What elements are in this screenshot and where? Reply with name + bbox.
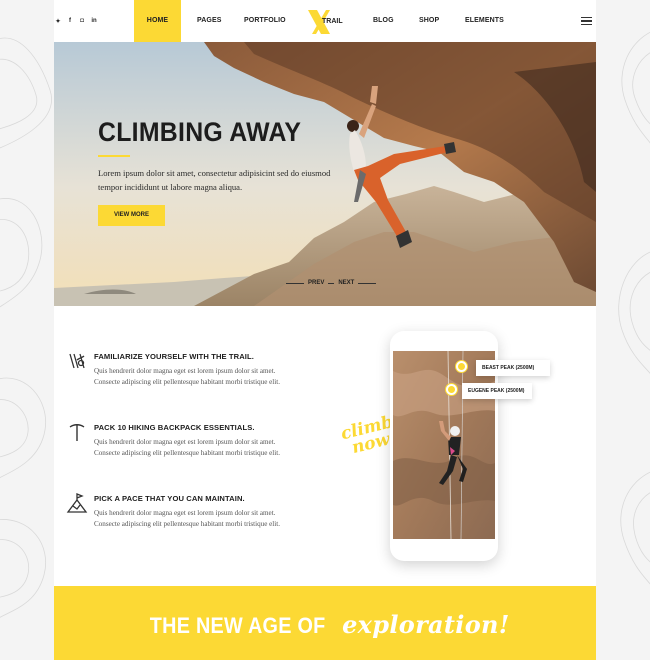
pager-line xyxy=(358,282,377,284)
nav-item-blog[interactable]: BLOG xyxy=(373,0,394,42)
feature-text: Quis hendrerit dolor magna eget est lore… xyxy=(94,438,280,457)
mountain-flag-icon xyxy=(66,493,88,513)
hero-description: Lorem ipsum dolor sit amet, consectetur … xyxy=(98,168,331,192)
peak-callout: EUGENE PEAK (2500M) xyxy=(462,383,532,399)
banner-script-text: exploration! xyxy=(342,610,510,639)
topographic-pattern xyxy=(0,37,52,618)
prev-button[interactable]: PREV xyxy=(308,280,324,286)
pager-divider xyxy=(328,282,335,284)
linkedin-icon[interactable]: in xyxy=(90,18,98,24)
banner-plain-text: THE NEW AGE OF xyxy=(150,613,326,638)
title-underline xyxy=(98,155,130,157)
peak-callout: BEAST PEAK (2500M) xyxy=(476,360,550,376)
site-logo[interactable]: TRAIL xyxy=(306,8,346,36)
location-pin-icon[interactable] xyxy=(456,361,467,372)
view-more-button[interactable]: VIEW MORE xyxy=(98,205,165,226)
phone-screen xyxy=(393,351,495,539)
nav-item-elements[interactable]: ELEMENTS xyxy=(465,0,504,42)
ice-axe-icon xyxy=(69,424,85,441)
logo-text: TRAIL xyxy=(322,18,343,25)
instagram-icon[interactable]: ◘ xyxy=(78,18,86,24)
hero-title: CLIMBING AWAY xyxy=(98,117,302,147)
nav-item-home[interactable]: HOME xyxy=(134,0,181,42)
feature-text: Quis hendrerit dolor magna eget est lore… xyxy=(94,367,280,386)
nav-item-pages[interactable]: PAGES xyxy=(197,0,222,42)
pager-line xyxy=(286,282,304,284)
climbing-gear-icon xyxy=(69,353,85,369)
facebook-icon[interactable]: f xyxy=(66,18,74,24)
site-header: ✦ f ◘ in HOME PAGES PORTFOLIO TRAIL BLOG… xyxy=(54,0,596,42)
phone-climber-image xyxy=(393,351,495,539)
nav-item-portfolio[interactable]: PORTFOLIO xyxy=(244,0,286,42)
banner-heading: THE NEW AGE OF exploration! xyxy=(54,610,596,639)
feature-title: PICK A PACE THAT YOU CAN MAINTAIN. xyxy=(94,494,245,503)
hero-slider: CLIMBING AWAY Lorem ipsum dolor sit amet… xyxy=(54,42,596,306)
feature-title: FAMILIARIZE YOURSELF WITH THE TRAIL. xyxy=(94,352,254,361)
nav-item-shop[interactable]: SHOP xyxy=(419,0,439,42)
next-button[interactable]: NEXT xyxy=(338,280,354,286)
menu-icon[interactable] xyxy=(581,17,592,27)
twitter-icon[interactable]: ✦ xyxy=(54,18,62,25)
feature-title: PACK 10 HIKING BACKPACK ESSENTIALS. xyxy=(94,423,255,432)
exploration-banner: THE NEW AGE OF exploration! xyxy=(54,586,596,660)
feature-text: Quis hendrerit dolor magna eget est lore… xyxy=(94,509,280,528)
location-pin-icon[interactable] xyxy=(446,384,457,395)
page: ✦ f ◘ in HOME PAGES PORTFOLIO TRAIL BLOG… xyxy=(54,0,596,660)
topographic-pattern xyxy=(618,32,650,585)
social-links: ✦ f ◘ in xyxy=(54,0,98,42)
slider-pager: PREV NEXT xyxy=(286,280,377,286)
